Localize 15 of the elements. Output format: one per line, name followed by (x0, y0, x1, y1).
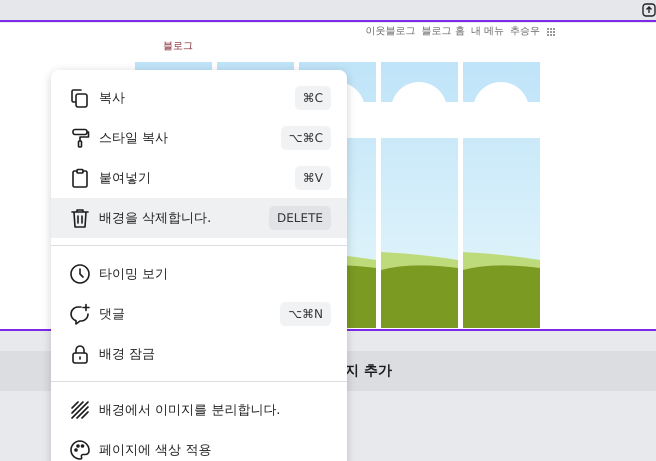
menu-item-label: 배경에서 이미지를 분리합니다. (99, 402, 282, 419)
shortcut-key: ⌥⌘C (280, 126, 331, 150)
menu-item-label: 페이지에 색상 적용 (99, 442, 212, 459)
shortcut-key: ⌥⌘N (280, 302, 331, 326)
menu-item-label: 스타일 복사 (99, 130, 170, 147)
menu-item-label: 배경을 삭제합니다. (99, 210, 212, 227)
blog-title: 블로그 (163, 40, 194, 54)
shortcut-key: ⌘C (294, 86, 331, 110)
menu-item-label: 붙여넣기 (99, 170, 152, 187)
menu-item-label: 배경 잠금 (99, 346, 156, 363)
menu-item-label: 타이밍 보기 (99, 266, 170, 283)
menu-item-label: 복사 (99, 90, 126, 107)
shortcut-key: ⌘V (294, 166, 331, 190)
menu-item-label: 댓글 (99, 306, 126, 323)
shortcut-key: DELETE (268, 206, 331, 230)
